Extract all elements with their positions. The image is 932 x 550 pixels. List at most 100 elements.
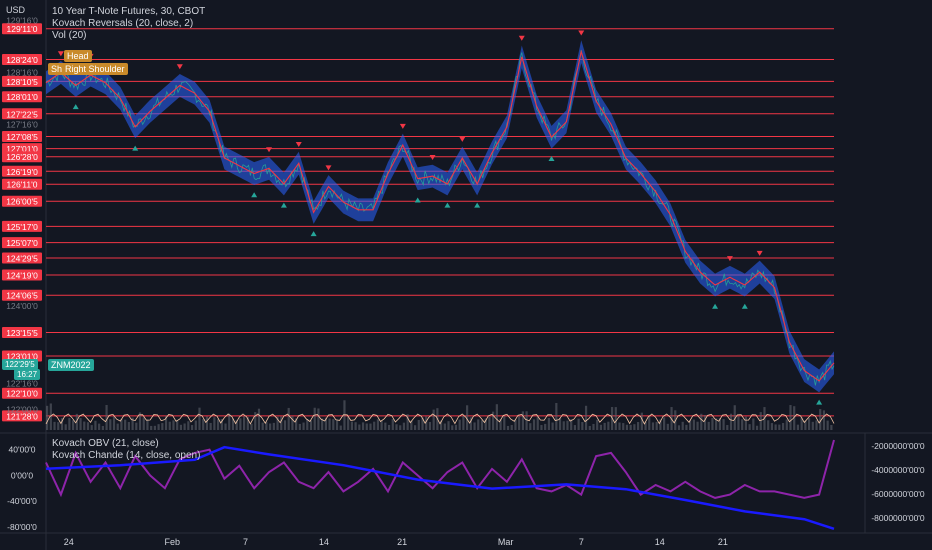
volume-bar-103 <box>428 421 432 430</box>
down-marker-17 <box>295 142 302 148</box>
volume-bar-83 <box>354 422 357 430</box>
volume-bar-36 <box>179 424 183 430</box>
x-tick-8: 21 <box>718 537 728 547</box>
volume-bar-109 <box>451 425 454 430</box>
volume-bar-127 <box>518 416 521 430</box>
volume-bar-125 <box>510 425 513 430</box>
volume-bar-163 <box>651 422 655 430</box>
volume-bar-5 <box>64 424 67 430</box>
volume-bar-65 <box>287 407 290 430</box>
volume-bar-189 <box>748 424 751 430</box>
volume-bar-211 <box>830 425 833 430</box>
volume-bar-9 <box>79 418 82 430</box>
volume-bar-130 <box>529 423 532 430</box>
volume-bar-17 <box>109 419 112 430</box>
indicator-reversals-label[interactable]: Kovach Reversals (20, close, 2) <box>52 18 193 30</box>
volume-bar-197 <box>778 424 781 430</box>
up-marker-25 <box>414 197 421 203</box>
volume-bar-68 <box>298 423 301 430</box>
chart-title[interactable]: 10 Year T-Note Futures, 30, CBOT <box>52 6 205 18</box>
volume-bar-182 <box>722 419 725 430</box>
level-label-0: 129'11'0 <box>7 24 38 34</box>
price-tick-2: 127'16'0 <box>6 119 38 129</box>
annotation-head[interactable]: Head <box>64 50 92 62</box>
volume-bar-16 <box>105 405 108 430</box>
volume-bar-205 <box>807 418 811 430</box>
volume-bar-63 <box>280 416 283 430</box>
volume-bar-84 <box>358 424 361 430</box>
volume-bar-140 <box>566 420 569 430</box>
down-marker-32 <box>518 35 525 41</box>
volume-bar-164 <box>655 421 658 430</box>
annotation-right-shoulder[interactable]: Right Shoulder <box>62 63 128 75</box>
volume-bar-123 <box>503 416 506 430</box>
volume-bar-2 <box>53 421 56 430</box>
level-label-4: 127'22'5 <box>6 109 38 119</box>
volume-bar-7 <box>72 420 75 430</box>
volume-bar-91 <box>384 422 387 430</box>
volume-bar-88 <box>373 421 376 430</box>
volume-bar-153 <box>614 407 617 430</box>
volume-bar-199 <box>785 419 788 430</box>
level-label-13: 124'29'5 <box>6 253 38 263</box>
up-marker-47 <box>741 303 748 309</box>
volume-bar-137 <box>555 403 558 430</box>
level-label-15: 124'06'5 <box>6 291 38 301</box>
level-label-1: 128'24'0 <box>6 55 38 65</box>
up-marker-27 <box>444 202 451 208</box>
volume-bar-200 <box>789 405 792 430</box>
up-marker-18 <box>310 231 317 237</box>
volume-bar-89 <box>376 419 380 430</box>
price-tick-4: 122'16'0 <box>6 379 38 389</box>
volume-bar-37 <box>183 423 186 430</box>
volume-bar-133 <box>540 425 543 430</box>
volume-bar-33 <box>168 421 171 430</box>
volume-bar-93 <box>391 419 394 430</box>
x-tick-0: 24 <box>64 537 74 547</box>
volume-bar-136 <box>551 422 554 430</box>
up-marker-52 <box>816 399 823 405</box>
volume-bar-172 <box>685 424 688 430</box>
obv-tick-1: -4000000'00'0 <box>871 465 925 475</box>
volume-bar-192 <box>759 412 762 430</box>
down-marker-9 <box>176 64 183 70</box>
obv-tick-3: -8000000'00'0 <box>871 513 925 523</box>
volume-bar-134 <box>544 423 547 430</box>
volume-bar-29 <box>153 425 156 430</box>
down-marker-28 <box>459 136 466 142</box>
volume-bar-108 <box>447 421 450 430</box>
chande-tick-3: -80'00'0 <box>7 522 37 532</box>
volume-bar-187 <box>741 419 744 430</box>
volume-bar-46 <box>216 419 220 430</box>
level-label-11: 125'17'0 <box>6 222 38 232</box>
volume-bar-129 <box>525 411 528 430</box>
volume-bar-22 <box>127 422 130 430</box>
down-marker-19 <box>325 165 332 171</box>
volume-bar-162 <box>648 416 651 430</box>
x-tick-6: 7 <box>579 537 584 547</box>
volume-bar-95 <box>399 425 402 430</box>
volume-bar-190 <box>752 418 755 430</box>
volume-bar-159 <box>637 422 640 430</box>
up-marker-16 <box>280 202 287 208</box>
volume-bar-196 <box>774 424 777 430</box>
indicator-obv-label[interactable]: Kovach OBV (21, close) <box>52 438 159 450</box>
volume-bar-18 <box>112 416 116 430</box>
volume-bar-76 <box>328 418 331 430</box>
volume-bar-116 <box>477 419 480 430</box>
up-marker-14 <box>251 192 258 198</box>
chart-canvas[interactable]: 129'11'0 128'24'0 128'10'5 128'01'0 127'22'5… <box>0 0 932 550</box>
volume-bar-49 <box>228 413 231 430</box>
indicator-volume-label[interactable]: Vol (20) <box>52 30 86 42</box>
volume-bar-194 <box>767 420 770 430</box>
volume-bar-13 <box>94 420 97 430</box>
volume-bar-27 <box>146 419 149 430</box>
volume-bar-209 <box>822 410 826 430</box>
indicator-chande-label[interactable]: Kovach Chande (14, close, open) <box>52 450 200 462</box>
chande-tick-0: 40'00'0 <box>9 445 36 455</box>
up-marker-29 <box>474 202 481 208</box>
price-tick-0: 129'16'0 <box>6 16 38 26</box>
volume-bar-57 <box>257 408 261 430</box>
volume-bar-79 <box>339 425 342 430</box>
volume-bar-198 <box>781 423 785 430</box>
